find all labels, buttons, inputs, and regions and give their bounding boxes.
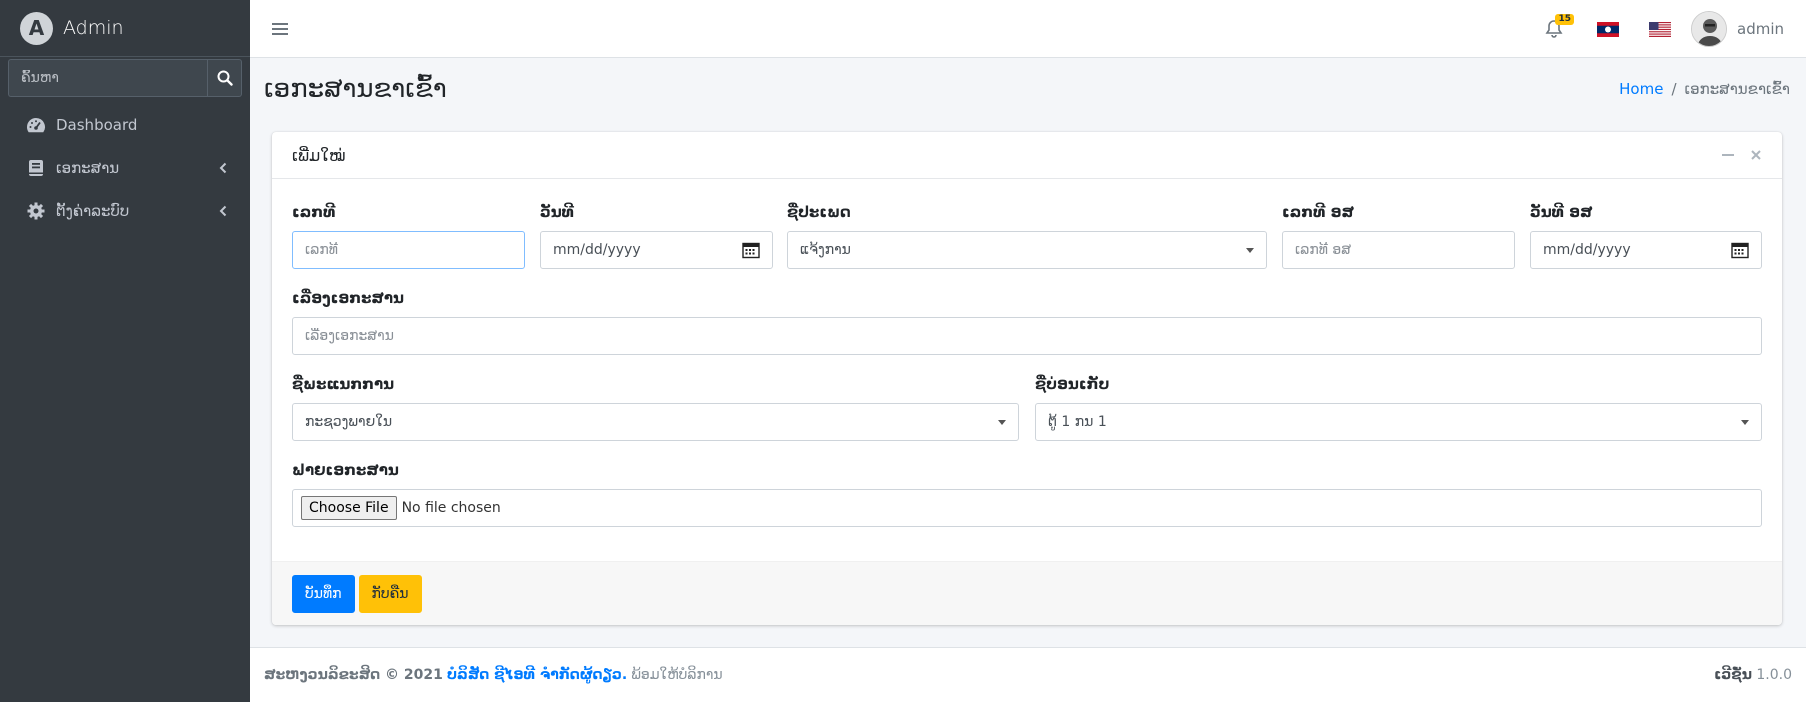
back-button[interactable]: ກັບຄືນ xyxy=(358,574,422,613)
storage-select[interactable]: ຕູ້ 1 ກນ 1 xyxy=(1035,403,1762,441)
type-select-value: ແຈ້ງການ xyxy=(800,242,851,258)
field-label: ວັນທີ xyxy=(540,203,574,221)
department-select[interactable]: ກະຊວງພາຍໃນ xyxy=(292,403,1019,441)
field-file: ຟາຍເອກະສານ Choose File No file chosen xyxy=(292,461,1762,527)
card-tools xyxy=(1722,149,1762,161)
file-status: No file chosen xyxy=(401,500,501,516)
sidebar-item-label: Dashboard xyxy=(56,115,138,134)
page-title: ເອກະສານຂາເຂົ້າ xyxy=(264,74,447,104)
footer-version: ເວີຊັ່ນ 1.0.0 xyxy=(1714,667,1792,683)
storage-select-value: ຕູ້ 1 ກນ 1 xyxy=(1048,414,1107,430)
choose-file-button[interactable]: Choose File xyxy=(301,496,397,520)
field-label: ເລື່ອງເອກະສານ xyxy=(292,289,404,307)
brand-logo: A xyxy=(20,11,53,45)
sidebar-item-label: ຕັ້ງຄ່າລະບົບ xyxy=(56,201,130,220)
out-number-input[interactable] xyxy=(1282,231,1515,269)
top-navbar: 15 admin xyxy=(250,0,1806,58)
field-type: ຊື່ປະເພດ ແຈ້ງການ xyxy=(787,203,1267,269)
field-subject: ເລື່ອງເອກະສານ xyxy=(292,289,1762,355)
us-flag-icon[interactable] xyxy=(1649,21,1671,37)
field-department: ຊື່ພະແນກການ ກະຊວງພາຍໃນ xyxy=(292,375,1019,441)
field-number: ເລກທີ xyxy=(292,203,525,269)
field-label: ຊື່ບ່ອນເກັບ xyxy=(1035,375,1110,393)
search-button[interactable] xyxy=(207,59,242,97)
date-placeholder: mm/dd/yyyy xyxy=(553,242,641,258)
gauge-icon xyxy=(26,115,46,135)
sidebar-item-dashboard[interactable]: Dashboard xyxy=(8,103,242,146)
sidebar: A Admin Dashboard ເອກະສານ ຕັ້ງຄ່າລະບົບ xyxy=(0,0,250,702)
sidebar-nav: Dashboard ເອກະສານ ຕັ້ງຄ່າລະບົບ xyxy=(0,103,250,232)
version-number: 1.0.0 xyxy=(1756,667,1792,683)
type-select[interactable]: ແຈ້ງການ xyxy=(787,231,1267,269)
chevron-left-icon xyxy=(219,162,227,173)
chevron-left-icon xyxy=(219,205,227,216)
subject-input[interactable] xyxy=(292,317,1762,355)
breadcrumb-current: ເອກະສານຂາເຂົ້າ xyxy=(1684,80,1790,98)
field-out-number: ເລກທີ ອສ xyxy=(1282,203,1515,269)
date-input[interactable]: mm/dd/yyyy xyxy=(540,231,773,269)
breadcrumb: Home / ເອກະສານຂາເຂົ້າ xyxy=(1619,80,1790,98)
sidebar-search xyxy=(8,59,242,97)
user-name[interactable]: admin xyxy=(1737,20,1784,38)
avatar[interactable] xyxy=(1691,11,1727,47)
footer-rights: ພ້ອມໃຫ້ບໍລິການ xyxy=(631,667,723,683)
menu-icon[interactable] xyxy=(272,22,288,36)
add-document-card: ເພີ່ມໃໝ່ ເລກທີ ວັນທີ mm/dd/yyyy ຊື່ປະເພດ… xyxy=(272,132,1782,625)
footer-copyright: ສະຫງວນລິຂະສິດ © 2021 xyxy=(264,667,443,683)
close-icon[interactable] xyxy=(1750,149,1762,161)
date-placeholder: mm/dd/yyyy xyxy=(1543,242,1631,258)
collapse-icon[interactable] xyxy=(1722,149,1734,161)
field-label: ຟາຍເອກະສານ xyxy=(292,461,399,479)
card-title: ເພີ່ມໃໝ່ xyxy=(292,145,346,165)
search-icon xyxy=(217,70,233,86)
page-footer: ສະຫງວນລິຂະສິດ © 2021 ບໍລິສັດ ຊີໄອທີ ຈໍາກ… xyxy=(250,647,1806,702)
book-icon xyxy=(26,158,46,178)
save-button[interactable]: ບັນທຶກ xyxy=(292,574,355,613)
notifications-button[interactable]: 15 xyxy=(1545,14,1574,39)
notification-badge: 15 xyxy=(1555,14,1574,25)
footer-company-link[interactable]: ບໍລິສັດ ຊີໄອທີ ຈໍາກັດຜູ້ດຽວ. xyxy=(447,667,627,683)
department-select-value: ກະຊວງພາຍໃນ xyxy=(305,414,393,430)
sidebar-search-input[interactable] xyxy=(8,59,207,97)
caret-down-icon xyxy=(1741,420,1749,425)
gear-icon xyxy=(26,201,46,221)
caret-down-icon xyxy=(998,420,1006,425)
calendar-icon[interactable] xyxy=(1731,241,1749,259)
calendar-icon[interactable] xyxy=(742,241,760,259)
sidebar-item-label: ເອກະສານ xyxy=(56,158,120,177)
field-label: ເລກທີ xyxy=(292,203,336,221)
card-header: ເພີ່ມໃໝ່ xyxy=(272,132,1782,179)
version-label: ເວີຊັ່ນ xyxy=(1714,667,1752,683)
caret-down-icon xyxy=(1246,248,1254,253)
out-date-input[interactable]: mm/dd/yyyy xyxy=(1530,231,1762,269)
number-input[interactable] xyxy=(292,231,525,269)
field-label: ວັນທີ ອສ xyxy=(1530,203,1593,221)
brand-title: Admin xyxy=(63,17,124,39)
card-footer: ບັນທຶກ ກັບຄືນ xyxy=(272,561,1782,625)
field-date: ວັນທີ mm/dd/yyyy xyxy=(540,203,773,269)
breadcrumb-home-link[interactable]: Home xyxy=(1619,80,1663,98)
lao-flag-icon[interactable] xyxy=(1597,21,1619,37)
sidebar-item-settings[interactable]: ຕັ້ງຄ່າລະບົບ xyxy=(8,189,242,232)
field-label: ຊື່ປະເພດ xyxy=(787,203,851,221)
breadcrumb-separator: / xyxy=(1671,80,1677,98)
sidebar-item-documents[interactable]: ເອກະສານ xyxy=(8,146,242,189)
brand-link[interactable]: A Admin xyxy=(0,0,250,57)
field-label: ຊື່ພະແນກການ xyxy=(292,375,395,393)
card-body: ເລກທີ ວັນທີ mm/dd/yyyy ຊື່ປະເພດ ແຈ້ງການ … xyxy=(272,179,1782,561)
file-input[interactable]: Choose File No file chosen xyxy=(292,489,1762,527)
field-label: ເລກທີ ອສ xyxy=(1282,203,1354,221)
navbar-right: 15 admin xyxy=(1545,0,1784,58)
field-storage: ຊື່ບ່ອນເກັບ ຕູ້ 1 ກນ 1 xyxy=(1035,375,1762,441)
field-out-date: ວັນທີ ອສ mm/dd/yyyy xyxy=(1530,203,1762,269)
